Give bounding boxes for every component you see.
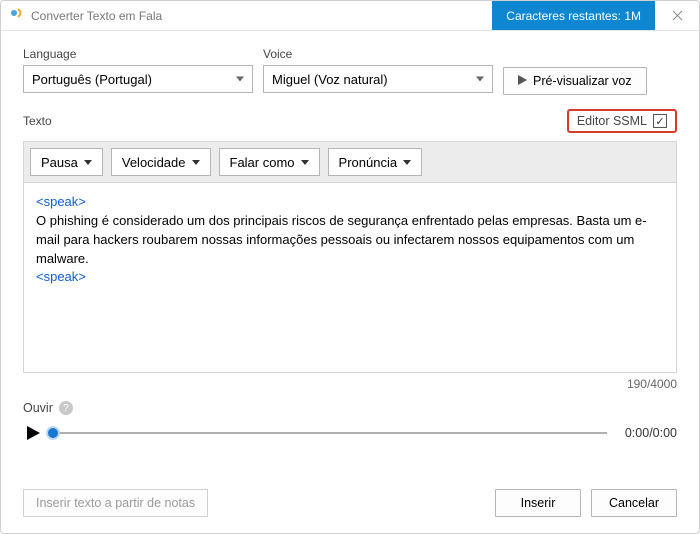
voice-value: Miguel (Voz natural)	[272, 72, 388, 87]
ssml-editor[interactable]: <speak> O phishing é considerado um dos …	[23, 183, 677, 373]
pausa-label: Pausa	[41, 155, 78, 170]
char-counter: Caracteres restantes: 1M	[492, 1, 655, 30]
titlebar-left: Converter Texto em Fala	[9, 5, 162, 26]
fields-row: Language Português (Portugal) Voice Migu…	[23, 47, 677, 95]
cancel-label: Cancelar	[609, 496, 659, 510]
language-value: Português (Portugal)	[32, 72, 152, 87]
velocidade-label: Velocidade	[122, 155, 186, 170]
window-title: Converter Texto em Fala	[31, 9, 162, 23]
titlebar-right: Caracteres restantes: 1M	[492, 1, 699, 30]
char-counter-row: 190/4000	[23, 377, 677, 391]
chevron-down-icon	[192, 160, 200, 165]
pronuncia-label: Pronúncia	[339, 155, 398, 170]
texto-header: Texto Editor SSML	[23, 109, 677, 133]
falar-como-button[interactable]: Falar como	[219, 148, 320, 176]
texto-label: Texto	[23, 114, 52, 128]
time-display: 0:00/0:00	[617, 426, 677, 440]
listen-label: Ouvir	[23, 401, 53, 415]
content: Language Português (Portugal) Voice Migu…	[1, 31, 699, 533]
ssml-toolbar: Pausa Velocidade Falar como Pronúncia	[23, 141, 677, 183]
chevron-down-icon	[403, 160, 411, 165]
voice-select[interactable]: Miguel (Voz natural)	[263, 65, 493, 93]
cancel-button[interactable]: Cancelar	[591, 489, 677, 517]
app-icon	[9, 5, 25, 26]
preview-field: Pré-visualizar voz	[503, 47, 647, 95]
footer-actions: Inserir Cancelar	[495, 489, 677, 517]
voice-label: Voice	[263, 47, 493, 61]
chevron-down-icon	[301, 160, 309, 165]
listen-row: Ouvir ?	[23, 401, 677, 415]
ssml-body-text: O phishing é considerado um dos principa…	[36, 212, 664, 269]
preview-voice-button[interactable]: Pré-visualizar voz	[503, 67, 647, 95]
track-line	[53, 432, 607, 434]
help-icon[interactable]: ?	[59, 401, 73, 415]
seek-track[interactable]	[53, 423, 607, 443]
chevron-down-icon	[84, 160, 92, 165]
language-select[interactable]: Português (Portugal)	[23, 65, 253, 93]
ssml-editor-content: <speak> O phishing é considerado um dos …	[24, 183, 676, 297]
editor-ssml-label: Editor SSML	[577, 114, 647, 128]
language-label: Language	[23, 47, 253, 61]
track-thumb[interactable]	[46, 426, 60, 440]
ssml-close-tag: <speak>	[36, 268, 664, 287]
insert-button[interactable]: Inserir	[495, 489, 581, 517]
pronuncia-button[interactable]: Pronúncia	[328, 148, 423, 176]
velocidade-button[interactable]: Velocidade	[111, 148, 211, 176]
editor-ssml-checkbox[interactable]	[653, 114, 667, 128]
close-button[interactable]	[655, 1, 699, 30]
footer: Inserir texto a partir de notas Inserir …	[23, 475, 677, 517]
play-button[interactable]	[23, 423, 43, 443]
titlebar: Converter Texto em Fala Caracteres resta…	[1, 1, 699, 31]
audio-player: 0:00/0:00	[23, 423, 677, 443]
falar-como-label: Falar como	[230, 155, 295, 170]
play-icon	[518, 74, 527, 88]
editor-ssml-toggle[interactable]: Editor SSML	[567, 109, 677, 133]
char-counter-text: 190/4000	[627, 377, 677, 391]
language-field: Language Português (Portugal)	[23, 47, 253, 95]
preview-voice-label: Pré-visualizar voz	[533, 74, 632, 88]
voice-field: Voice Miguel (Voz natural)	[263, 47, 493, 95]
ssml-open-tag: <speak>	[36, 193, 664, 212]
pausa-button[interactable]: Pausa	[30, 148, 103, 176]
insert-from-notes-button[interactable]: Inserir texto a partir de notas	[23, 489, 208, 517]
insert-label: Inserir	[521, 496, 556, 510]
